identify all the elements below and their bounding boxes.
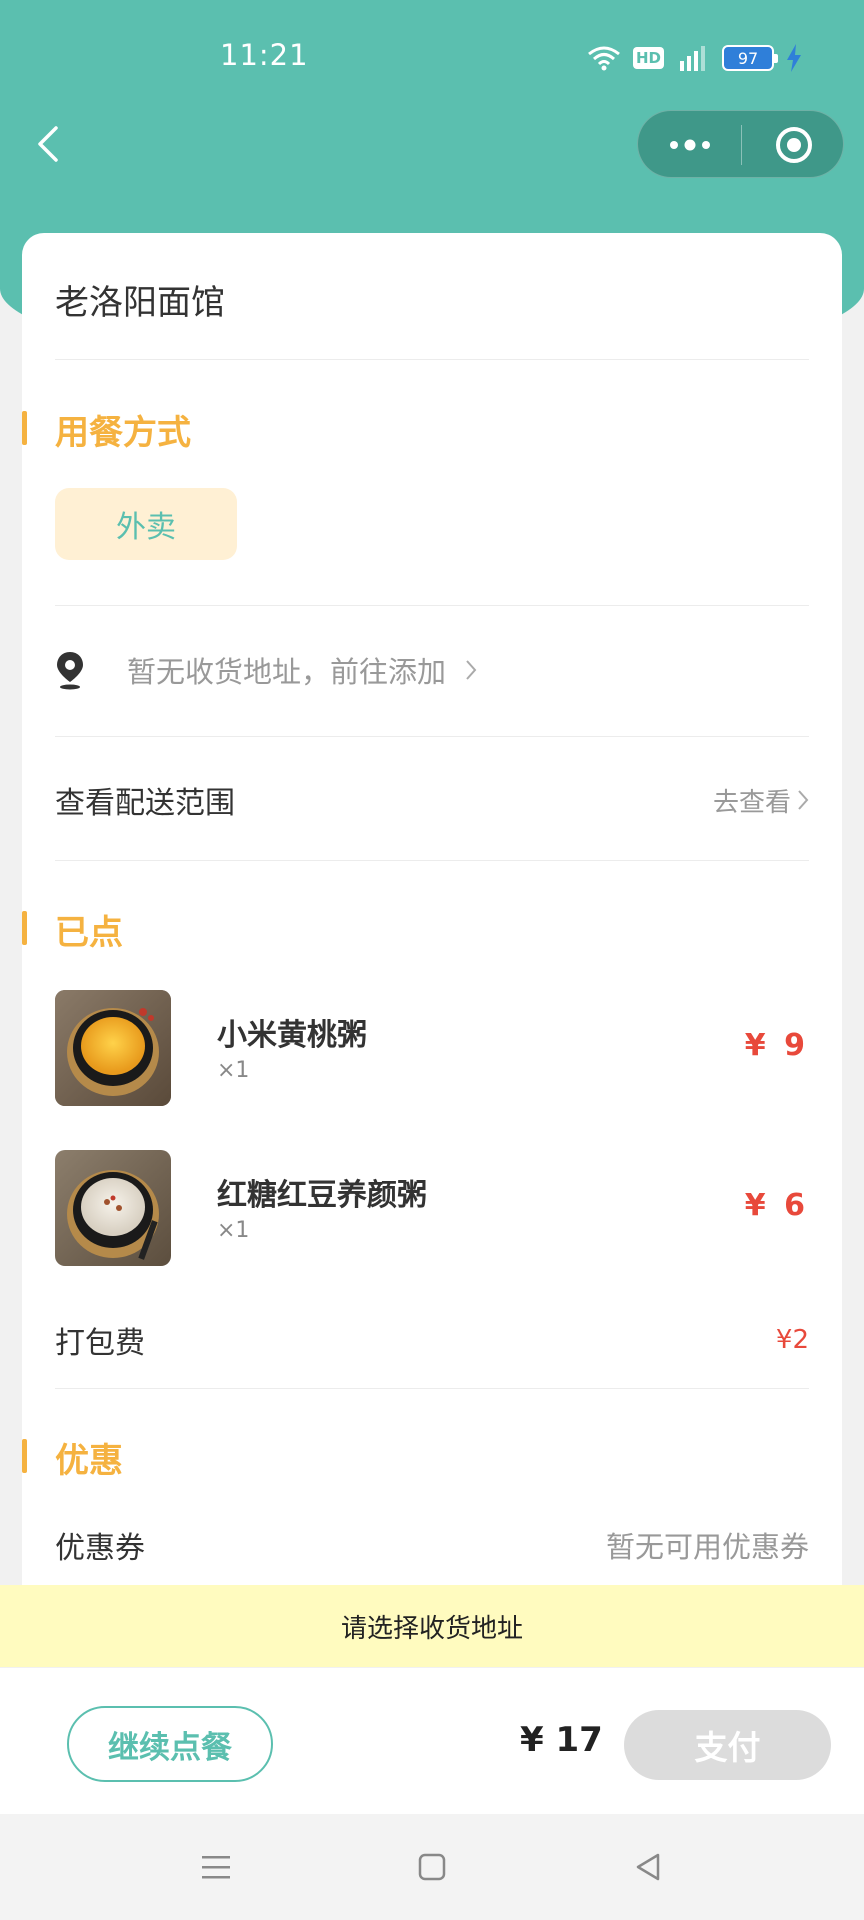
close-miniprogram-button[interactable] [742, 111, 845, 179]
back-nav-button[interactable] [625, 1844, 671, 1890]
section-title-ordered: 已点 [22, 905, 123, 954]
chevron-right-icon [466, 660, 477, 680]
location-pin-icon [57, 652, 83, 690]
chevron-right-icon [798, 790, 809, 810]
coupon-row[interactable]: 优惠券 暂无可用优惠券 [55, 1515, 809, 1575]
coupon-value: 暂无可用优惠券 [605, 1530, 809, 1564]
packing-fee-label: 打包费 [55, 1326, 145, 1361]
divider [55, 860, 809, 861]
dish-name: 红糖红豆养颜粥 [217, 1178, 427, 1213]
miniprogram-capsule [637, 110, 844, 178]
system-nav-bar [0, 1814, 864, 1920]
dish-quantity: ×1 [217, 1218, 250, 1243]
continue-ordering-button[interactable]: 继续点餐 [67, 1706, 273, 1782]
list-item: 小米黄桃粥 ×1 ¥ 9 [55, 990, 809, 1106]
pay-button[interactable]: 支付 [624, 1710, 831, 1780]
dish-image [55, 1150, 171, 1266]
delivery-range-action[interactable]: 去查看 [713, 782, 809, 819]
back-button[interactable] [30, 122, 70, 166]
toast-message: 请选择收货地址 [0, 1585, 864, 1667]
more-dots-icon [669, 139, 710, 151]
home-square-icon [418, 1853, 446, 1881]
delivery-range-label: 查看配送范围 [55, 786, 235, 821]
battery-level: 97 [737, 48, 759, 68]
menu-icon [202, 1856, 230, 1879]
address-placeholder: 暂无收货地址，前往添加 [127, 655, 447, 689]
status-bar: 11:21 HD 97 [0, 0, 864, 115]
section-title-dining: 用餐方式 [22, 405, 191, 454]
status-icons: HD 97 [587, 40, 802, 76]
wifi-icon [588, 46, 620, 71]
list-item: 红糖红豆养颜粥 ×1 ¥ 6 [55, 1150, 809, 1266]
charging-icon [787, 44, 801, 72]
delivery-range-row[interactable]: 查看配送范围 去查看 [55, 763, 809, 837]
dish-price: ¥ 9 [744, 1028, 809, 1063]
divider [55, 1388, 809, 1389]
dining-mode-takeout[interactable]: 外卖 [55, 488, 237, 560]
target-icon [775, 127, 812, 163]
view-link: 去查看 [712, 787, 791, 818]
dish-price: ¥ 6 [744, 1188, 809, 1223]
hd-icon: HD [632, 47, 664, 69]
chevron-left-icon [38, 126, 58, 162]
dish-name: 小米黄桃粥 [217, 1018, 367, 1053]
shop-name: 老洛阳面馆 [55, 283, 225, 323]
packing-fee-value: ¥2 [775, 1325, 809, 1355]
coupon-label: 优惠券 [55, 1531, 145, 1566]
order-total: ¥ 17 [520, 1720, 603, 1760]
section-title-discount: 优惠 [22, 1433, 123, 1482]
packing-fee-row: 打包费 ¥2 [55, 1310, 809, 1370]
dish-quantity: ×1 [217, 1058, 250, 1083]
order-card: 老洛阳面馆 用餐方式 外卖 暂无收货地址，前往添加 查看配送范围 去查看 已点 [22, 233, 842, 1653]
divider [55, 736, 809, 737]
checkout-bar: 继续点餐 ¥ 17 支付 [0, 1668, 864, 1814]
battery-icon: 97 [722, 45, 778, 71]
divider [55, 605, 809, 606]
menu-nav-button[interactable] [193, 1844, 239, 1890]
status-time: 11:21 [220, 38, 309, 72]
add-address-row[interactable]: 暂无收货地址，前往添加 [55, 633, 809, 707]
home-nav-button[interactable] [409, 1844, 455, 1890]
back-triangle-icon [636, 1853, 660, 1881]
dish-image [55, 990, 171, 1106]
divider [55, 359, 809, 360]
signal-icon [680, 46, 705, 71]
more-button[interactable] [638, 111, 741, 179]
